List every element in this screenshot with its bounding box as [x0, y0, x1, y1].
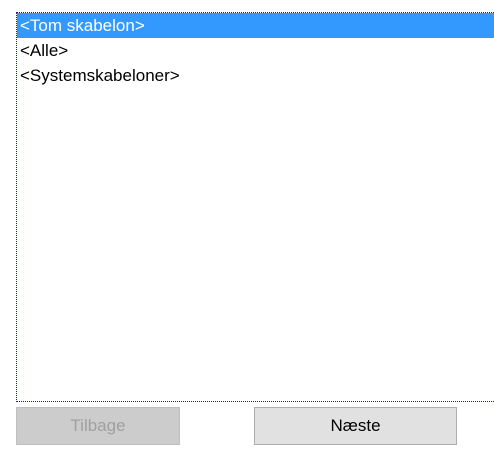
list-item-all[interactable]: <Alle> [17, 38, 494, 63]
template-listbox[interactable]: <Tom skabelon> <Alle> <Systemskabeloner> [16, 12, 494, 402]
back-button[interactable]: Tilbage [16, 407, 180, 445]
next-button[interactable]: Næste [254, 407, 457, 445]
list-item-empty-template[interactable]: <Tom skabelon> [17, 13, 494, 38]
list-item-system-templates[interactable]: <Systemskabeloner> [17, 63, 494, 88]
